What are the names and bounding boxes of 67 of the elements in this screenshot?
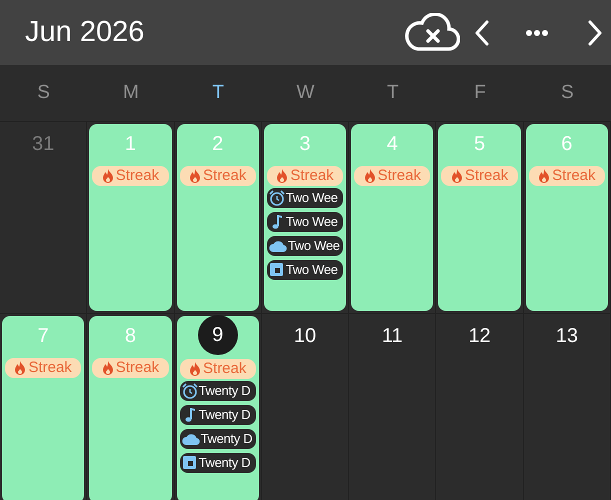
flame-icon bbox=[102, 361, 114, 375]
streak-tag[interactable]: Streak bbox=[354, 166, 430, 186]
event-chip[interactable]: Two Wee bbox=[266, 236, 344, 256]
day-number: 2 bbox=[212, 132, 224, 157]
flame-icon bbox=[538, 169, 550, 183]
square-icon bbox=[268, 262, 285, 278]
day-number: 10 bbox=[294, 324, 316, 349]
event-chip[interactable]: Twenty D bbox=[180, 429, 256, 449]
weekday-label: T bbox=[386, 80, 399, 105]
day-number: 4 bbox=[386, 132, 398, 157]
day-cell[interactable]: 5 Streak bbox=[438, 124, 521, 311]
day-cell[interactable]: 6 Streak bbox=[526, 124, 608, 311]
flame-icon bbox=[276, 169, 288, 183]
event-chip[interactable]: Two Wee bbox=[266, 188, 344, 208]
day-number: 9 bbox=[198, 315, 238, 355]
alarm-clock-icon bbox=[182, 383, 198, 399]
more-icon[interactable] bbox=[525, 28, 549, 36]
weekday-label: F bbox=[474, 80, 486, 105]
chevron-left-icon[interactable] bbox=[474, 20, 490, 46]
day-number: 1 bbox=[124, 132, 136, 157]
day-number: 5 bbox=[474, 132, 486, 157]
cloud-icon bbox=[268, 239, 287, 253]
streak-tag[interactable]: Streak bbox=[92, 358, 169, 378]
day-cell[interactable]: 7 Streak bbox=[2, 316, 84, 500]
flame-icon bbox=[102, 169, 114, 183]
streak-tag[interactable]: Streak bbox=[528, 166, 605, 186]
event-chip[interactable]: Twenty D bbox=[180, 405, 256, 425]
day-cell[interactable]: 2 Streak bbox=[176, 124, 259, 311]
streak-tag[interactable]: Streak bbox=[180, 166, 256, 186]
flame-icon bbox=[14, 361, 26, 375]
day-number: 13 bbox=[556, 324, 578, 349]
streak-tag[interactable]: Streak bbox=[180, 359, 256, 379]
weekday-label: S bbox=[37, 80, 50, 105]
flame-icon bbox=[189, 362, 202, 376]
day-number: 12 bbox=[468, 324, 491, 349]
weekday-label: T bbox=[212, 80, 224, 105]
day-number: 8 bbox=[124, 324, 136, 349]
day-cell[interactable]: 8 Streak bbox=[89, 316, 172, 500]
streak-tag[interactable]: Streak bbox=[266, 166, 344, 186]
streak-tag[interactable]: Streak bbox=[5, 358, 82, 378]
day-number: 7 bbox=[38, 324, 49, 349]
flame-icon bbox=[189, 169, 202, 183]
alarm-clock-icon bbox=[268, 190, 285, 206]
weekday-label: S bbox=[561, 80, 574, 105]
streak-tag[interactable]: Streak bbox=[92, 166, 169, 186]
cloud-error-icon[interactable] bbox=[404, 12, 460, 52]
day-number: 6 bbox=[561, 132, 572, 157]
day-number: 3 bbox=[299, 132, 311, 157]
weekday-label: M bbox=[123, 80, 139, 105]
day-number: 11 bbox=[382, 324, 403, 349]
flame-icon bbox=[450, 169, 463, 183]
square-icon bbox=[182, 455, 198, 471]
event-chip[interactable]: Two Wee bbox=[266, 212, 344, 232]
day-cell[interactable]: 9 Streak Twenty D Twenty D Twenty D Twenty D bbox=[176, 316, 259, 500]
event-chip[interactable]: Twenty D bbox=[180, 453, 256, 473]
flame-icon bbox=[364, 169, 376, 183]
weekday-label: W bbox=[296, 80, 314, 105]
event-chip[interactable]: Two Wee bbox=[266, 260, 344, 280]
month-title: Jun 2026 bbox=[25, 14, 144, 50]
day-cell[interactable]: 3 Streak Two Wee Two Wee Two Wee Two Wee bbox=[264, 124, 346, 311]
streak-tag[interactable]: Streak bbox=[441, 166, 518, 186]
cloud-icon bbox=[182, 432, 200, 446]
event-chip[interactable]: Twenty D bbox=[180, 381, 256, 401]
day-cell[interactable]: 4 Streak bbox=[351, 124, 434, 311]
day-cell[interactable]: 1 Streak bbox=[89, 124, 172, 311]
day-number: 31 bbox=[32, 132, 54, 157]
chevron-right-icon[interactable] bbox=[587, 20, 603, 46]
